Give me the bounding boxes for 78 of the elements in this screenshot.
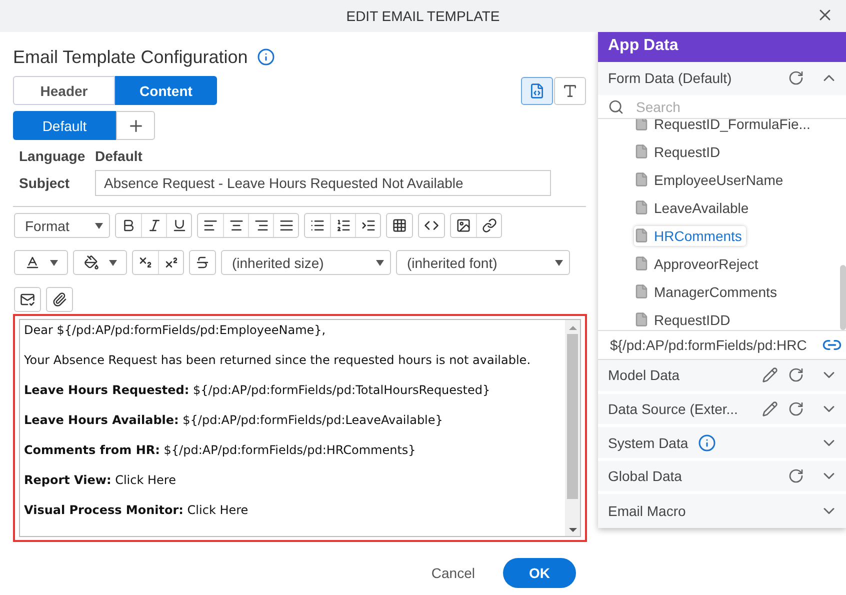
section-header[interactable]: Form Data (Default) (598, 62, 846, 96)
table-icon (392, 218, 407, 233)
superscript-icon (164, 255, 178, 270)
italic-icon (146, 218, 162, 233)
dialog-title: EDIT EMAIL TEMPLATE (346, 8, 500, 24)
body-paragraph: Leave Hours Available: ${/pd:AP/pd:formFields/pd:LeaveAvailable} (24, 413, 444, 428)
link-icon (482, 218, 496, 233)
indent-icon (360, 218, 376, 233)
file-icon (634, 228, 649, 244)
refresh-icon[interactable] (788, 367, 804, 384)
section-header[interactable]: System Data (598, 427, 846, 461)
justify-icon (278, 218, 294, 233)
file-icon (634, 144, 649, 160)
attachment-icon (52, 292, 67, 307)
section-header[interactable]: Email Macro (598, 494, 846, 528)
text-view-button[interactable] (554, 76, 586, 104)
file-icon (634, 256, 649, 272)
template-icon (20, 292, 35, 307)
edit-icon[interactable] (762, 400, 778, 417)
file-icon (634, 172, 649, 188)
scrollbar[interactable] (565, 320, 580, 536)
search-icon (608, 98, 624, 115)
info-icon[interactable] (256, 48, 275, 66)
body-paragraph: Visual Process Monitor: Click Here (24, 503, 250, 518)
field-label: Language (19, 148, 86, 164)
format-dropdown[interactable]: Format (14, 213, 110, 238)
source-view-button[interactable] (521, 76, 553, 104)
panel-header: App Data (598, 30, 846, 62)
numbered-list-icon (336, 218, 350, 233)
file-icon (634, 200, 649, 216)
align-right-icon (254, 218, 268, 233)
section-header[interactable]: Global Data (598, 460, 846, 494)
subscript-icon (138, 255, 153, 270)
section-title: Email Template Configuration (13, 46, 248, 68)
strikethrough-icon (195, 255, 210, 270)
edit-icon[interactable] (762, 367, 778, 384)
body-paragraph: Your Absence Request has been returned since the requested hours is not available. (24, 353, 532, 368)
section-header[interactable]: Data Source (Exter... (598, 394, 846, 428)
info-icon[interactable] (698, 434, 716, 452)
language-value: Default (95, 148, 142, 164)
bold-icon (121, 218, 136, 233)
bulleted-list-icon (310, 218, 325, 233)
scrollbar[interactable] (840, 265, 846, 330)
text-frame-icon (562, 82, 578, 98)
highlight-color-icon (84, 255, 98, 270)
subject-field[interactable]: Absence Request - Leave Hours Requested Not Available (95, 170, 551, 196)
refresh-icon[interactable] (788, 70, 804, 86)
font-dropdown[interactable]: (inherited font) (396, 250, 570, 275)
body-paragraph: Comments from HR: ${/pd:AP/pd:formFields/pd:HRComments} (24, 443, 417, 458)
ok-button[interactable]: OK (503, 558, 576, 588)
align-left-icon (203, 218, 218, 233)
body-paragraph: Leave Hours Requested: ${/pd:AP/pd:formFields/pd:TotalHoursRequested} (24, 383, 492, 398)
file-icon (634, 118, 649, 132)
cancel-button[interactable]: Cancel (425, 564, 481, 582)
tab[interactable]: Content (115, 76, 217, 105)
file-icon (634, 284, 649, 300)
underline-icon (172, 218, 186, 233)
field-item[interactable]: HRComments (634, 226, 746, 246)
caret-icon (108, 260, 116, 266)
source-code-icon (424, 218, 439, 233)
refresh-icon[interactable] (788, 400, 804, 417)
body-paragraph: Dear ${/pd:AP/pd:formFields/pd:EmployeeName}, (24, 323, 327, 338)
field-item[interactable]: RequestIDD (634, 310, 734, 330)
field-path: ${/pd:AP/pd:formFields/pd:HRC (610, 337, 808, 354)
field-label: Subject (19, 175, 71, 191)
section-header[interactable]: Model Data (598, 360, 846, 394)
language-tab[interactable]: Default (13, 111, 116, 140)
caret-icon (50, 260, 58, 266)
text-color-icon (24, 255, 40, 270)
body-paragraph: Report View: Click Here (24, 473, 177, 488)
align-center-icon (228, 218, 244, 233)
file-icon (634, 312, 649, 328)
tab[interactable]: Header (13, 76, 115, 105)
size-dropdown[interactable]: (inherited size) (221, 250, 391, 275)
image-icon (456, 218, 471, 233)
code-window-icon (529, 82, 545, 98)
add-language-button[interactable] (116, 111, 155, 140)
refresh-icon[interactable] (788, 468, 804, 484)
